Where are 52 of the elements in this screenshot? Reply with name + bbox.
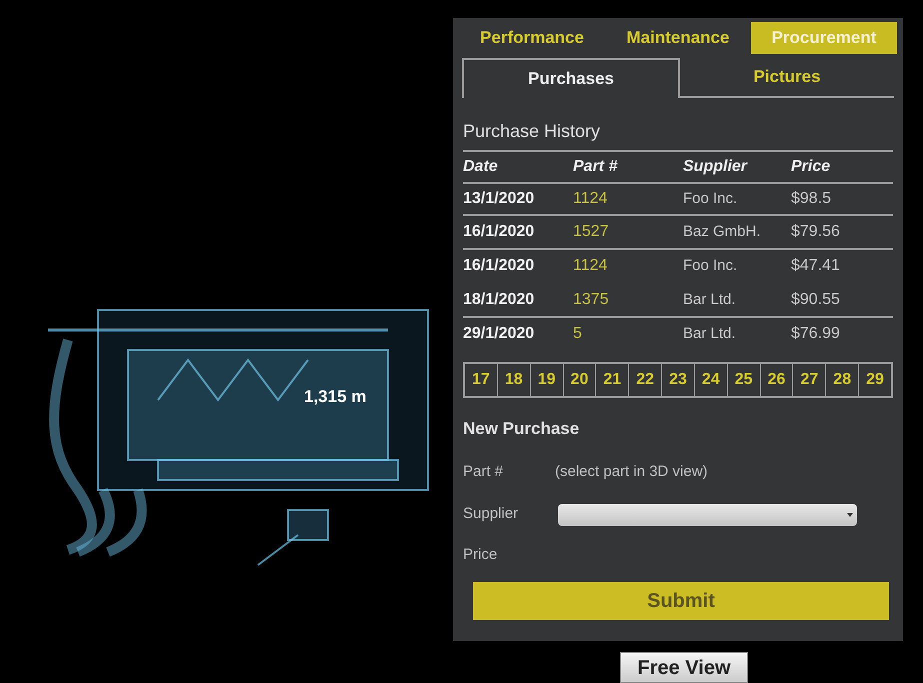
column-header: Date	[463, 157, 499, 177]
page-button[interactable]: 29	[859, 364, 891, 396]
table-cell-text: 1124	[573, 256, 608, 276]
field-label: Part #	[463, 462, 504, 482]
field-label: Price	[463, 544, 498, 564]
main-tab[interactable]: Maintenance	[605, 22, 751, 54]
part-hint: (select part in 3D view)	[555, 462, 708, 482]
page-button[interactable]: 24	[694, 364, 728, 396]
page-button[interactable]: 22	[629, 364, 662, 396]
submit-button[interactable]: Submit	[473, 582, 889, 620]
table-cell-text: 1527	[573, 222, 610, 242]
table-cell-text: Bar Ltd.	[683, 290, 737, 310]
table-cell-text: $79.56	[791, 222, 841, 242]
table-cell-text: 29/1/2020	[463, 324, 536, 344]
distance-label: 1,315 m	[304, 386, 366, 408]
supplier-dropdown[interactable]	[558, 504, 857, 526]
page-button[interactable]: 21	[596, 364, 630, 396]
table-cell-text: $98.5	[791, 189, 832, 209]
table-cell-text: Foo Inc.	[683, 256, 738, 276]
table-cell-text: Baz GmbH.	[683, 222, 762, 242]
section-title: New Purchase	[463, 418, 580, 440]
page-button[interactable]: 25	[728, 364, 761, 396]
page-button[interactable]: 18	[498, 364, 531, 396]
table-cell-text: 13/1/2020	[463, 189, 536, 209]
free-view-button[interactable]: Free View	[620, 652, 748, 683]
field-label: Supplier	[463, 504, 520, 524]
table-cell-text: $76.99	[791, 324, 841, 344]
sub-tab[interactable]: Pictures	[680, 58, 894, 98]
sub-tab[interactable]: Purchases	[462, 58, 680, 98]
page-button[interactable]: 23	[662, 364, 695, 396]
page-button[interactable]: 28	[826, 364, 860, 396]
table-cell-text: 1124	[573, 189, 608, 209]
table-cell-text: 5	[573, 324, 583, 344]
table-cell-text: $90.55	[791, 290, 841, 310]
column-header: Price	[791, 157, 832, 177]
table-cell-text: 16/1/2020	[463, 222, 536, 242]
section-title: Purchase History	[463, 120, 602, 143]
main-tab[interactable]: Performance	[459, 22, 605, 54]
table-cell-text: 1375	[573, 290, 610, 310]
caret-icon	[847, 512, 853, 516]
page-button[interactable]: 26	[760, 364, 794, 396]
table-cell-text: 18/1/2020	[463, 290, 536, 310]
page-button[interactable]: 27	[793, 364, 826, 396]
page-button[interactable]: 20	[564, 364, 596, 396]
column-header: Supplier	[683, 157, 749, 177]
column-header: Part #	[573, 157, 618, 177]
table-cell-text: $47.41	[791, 256, 841, 276]
page-button[interactable]: 19	[530, 364, 564, 396]
table-cell-text: Foo Inc.	[683, 188, 738, 209]
table-cell-text: 16/1/2020	[463, 256, 536, 276]
table-cell-text: Bar Ltd.	[683, 324, 737, 344]
page-button[interactable]: 17	[465, 364, 498, 396]
